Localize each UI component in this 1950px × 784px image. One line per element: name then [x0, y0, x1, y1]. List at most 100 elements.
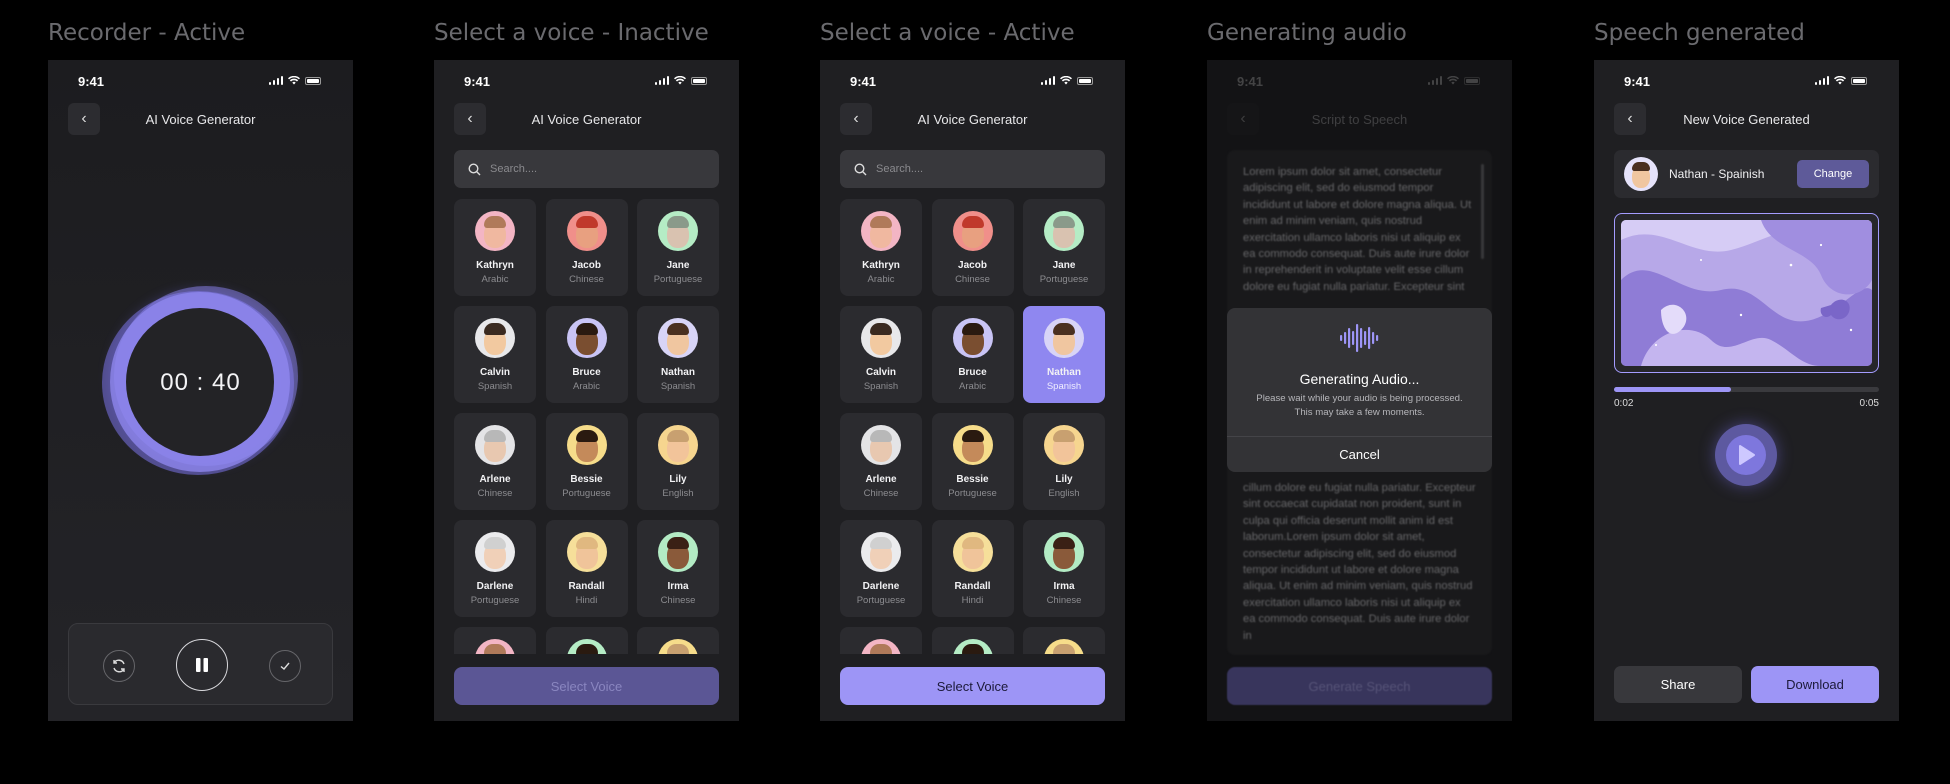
selected-voice-name: Nathan - Spainish — [1669, 167, 1765, 181]
voice-card[interactable] — [545, 627, 628, 654]
screen-label-voice-active: Select a voice - Active — [820, 20, 1075, 46]
voice-card[interactable]: Lily English — [1023, 413, 1105, 510]
status-time: 9:41 — [1624, 74, 1651, 89]
voice-card[interactable]: Jacob Chinese — [931, 199, 1014, 296]
voice-card[interactable]: Jane Portuguese — [637, 199, 719, 296]
select-voice-button[interactable]: Select Voice — [454, 667, 719, 705]
voice-card[interactable] — [1023, 627, 1105, 654]
voice-card[interactable]: Arlene Chinese — [840, 413, 922, 510]
reset-button[interactable] — [103, 650, 135, 682]
status-bar: 9:41 — [48, 74, 353, 90]
voice-card[interactable]: Irma Chinese — [637, 520, 719, 617]
avatar — [952, 639, 993, 654]
voice-card[interactable]: Randall Hindi — [931, 520, 1014, 617]
voice-card[interactable]: Calvin Spanish — [454, 306, 536, 403]
voice-card[interactable]: Nathan Spanish — [637, 306, 719, 403]
voice-name: Bruce — [958, 367, 987, 378]
avatar — [475, 425, 515, 465]
voice-name: Jane — [666, 260, 690, 271]
signal-icon — [268, 76, 283, 85]
signal-icon — [1814, 76, 1829, 85]
search-bar[interactable] — [454, 150, 719, 188]
avatar — [861, 211, 901, 251]
voice-grid: Kathryn Arabic Jacob Chinese Jane Portuguese C… — [454, 199, 719, 654]
avatar — [1044, 532, 1084, 572]
voice-card[interactable]: Jacob Chinese — [545, 199, 628, 296]
voice-card[interactable]: Darlene Portuguese — [454, 520, 536, 617]
voice-card[interactable]: Bessie Portuguese — [931, 413, 1014, 510]
pause-icon — [196, 658, 208, 672]
voice-name: Arlene — [479, 474, 511, 485]
avatar — [475, 318, 515, 358]
voice-language: Portuguese — [856, 595, 906, 606]
avatar — [1044, 211, 1084, 251]
search-input[interactable] — [490, 163, 690, 175]
voice-card[interactable]: Bruce Arabic — [545, 306, 628, 403]
voice-card[interactable]: Kathryn Arabic — [840, 199, 922, 296]
avatar — [475, 211, 515, 251]
avatar — [861, 425, 901, 465]
total-time: 0:05 — [1859, 398, 1879, 409]
voice-card[interactable]: Bessie Portuguese — [545, 413, 628, 510]
modal-message-line-2: This may take a few moments. — [1294, 407, 1425, 418]
voice-language: Chinese — [477, 488, 513, 499]
voice-card[interactable]: Arlene Chinese — [454, 413, 536, 510]
avatar — [566, 211, 607, 251]
share-button[interactable]: Share — [1614, 666, 1742, 703]
page-title: AI Voice Generator — [145, 112, 256, 127]
voice-card[interactable]: Irma Chinese — [1023, 520, 1105, 617]
voice-card[interactable]: Jane Portuguese — [1023, 199, 1105, 296]
avatar — [952, 532, 993, 572]
voice-name: Darlene — [862, 581, 900, 592]
voice-card[interactable]: Bruce Arabic — [931, 306, 1014, 403]
avatar — [658, 532, 698, 572]
voice-name: Randall — [954, 581, 991, 592]
wifi-icon — [288, 76, 300, 85]
voice-name: Jacob — [958, 260, 987, 271]
search-icon — [468, 162, 481, 175]
voice-name: Nathan — [1047, 367, 1081, 378]
voice-language: Arabic — [573, 381, 600, 392]
voice-card[interactable]: Kathryn Arabic — [454, 199, 536, 296]
avatar — [952, 425, 993, 465]
voice-card[interactable]: Lily English — [637, 413, 719, 510]
play-button[interactable] — [1715, 424, 1777, 486]
search-bar[interactable] — [840, 150, 1105, 188]
voice-card[interactable] — [637, 627, 719, 654]
avatar — [861, 532, 901, 572]
page-title: New Voice Generated — [1683, 112, 1810, 127]
select-voice-button[interactable]: Select Voice — [840, 667, 1105, 705]
wifi-icon — [1060, 76, 1072, 85]
voice-name: Calvin — [865, 367, 896, 378]
voice-card[interactable]: Randall Hindi — [545, 520, 628, 617]
status-bar: 9:41 — [820, 74, 1125, 90]
change-voice-button[interactable]: Change — [1797, 160, 1869, 188]
avatar — [475, 639, 515, 654]
audio-artwork — [1614, 213, 1879, 373]
voice-card[interactable] — [931, 627, 1014, 654]
search-icon — [854, 162, 867, 175]
search-input[interactable] — [876, 163, 1076, 175]
voice-name: Nathan — [661, 367, 695, 378]
phone-generating: 9:41 ‹ Script to Speech Lorem ipsum dolo… — [1207, 60, 1512, 721]
cancel-button[interactable]: Cancel — [1227, 436, 1492, 472]
playback-progress[interactable] — [1614, 387, 1879, 392]
voice-card[interactable] — [840, 627, 922, 654]
status-time: 9:41 — [78, 74, 105, 89]
modal-title: Generating Audio... — [1299, 371, 1420, 387]
confirm-button[interactable] — [269, 650, 301, 682]
avatar — [658, 639, 698, 654]
voice-card[interactable]: Darlene Portuguese — [840, 520, 922, 617]
voice-name: Jacob — [572, 260, 601, 271]
pause-button[interactable] — [176, 639, 228, 691]
voice-card[interactable]: Calvin Spanish — [840, 306, 922, 403]
download-button[interactable]: Download — [1751, 666, 1879, 703]
voice-card[interactable] — [454, 627, 536, 654]
phone-recorder: 9:41 ‹ AI Voice Generator 00 : 40 — [48, 60, 353, 721]
voice-card[interactable]: Nathan Spanish — [1023, 306, 1105, 403]
screen-label-speech: Speech generated — [1594, 20, 1805, 46]
voice-name: Bruce — [572, 367, 601, 378]
avatar — [861, 639, 901, 654]
wifi-icon — [674, 76, 686, 85]
recording-timer: 00 : 40 — [160, 368, 241, 396]
